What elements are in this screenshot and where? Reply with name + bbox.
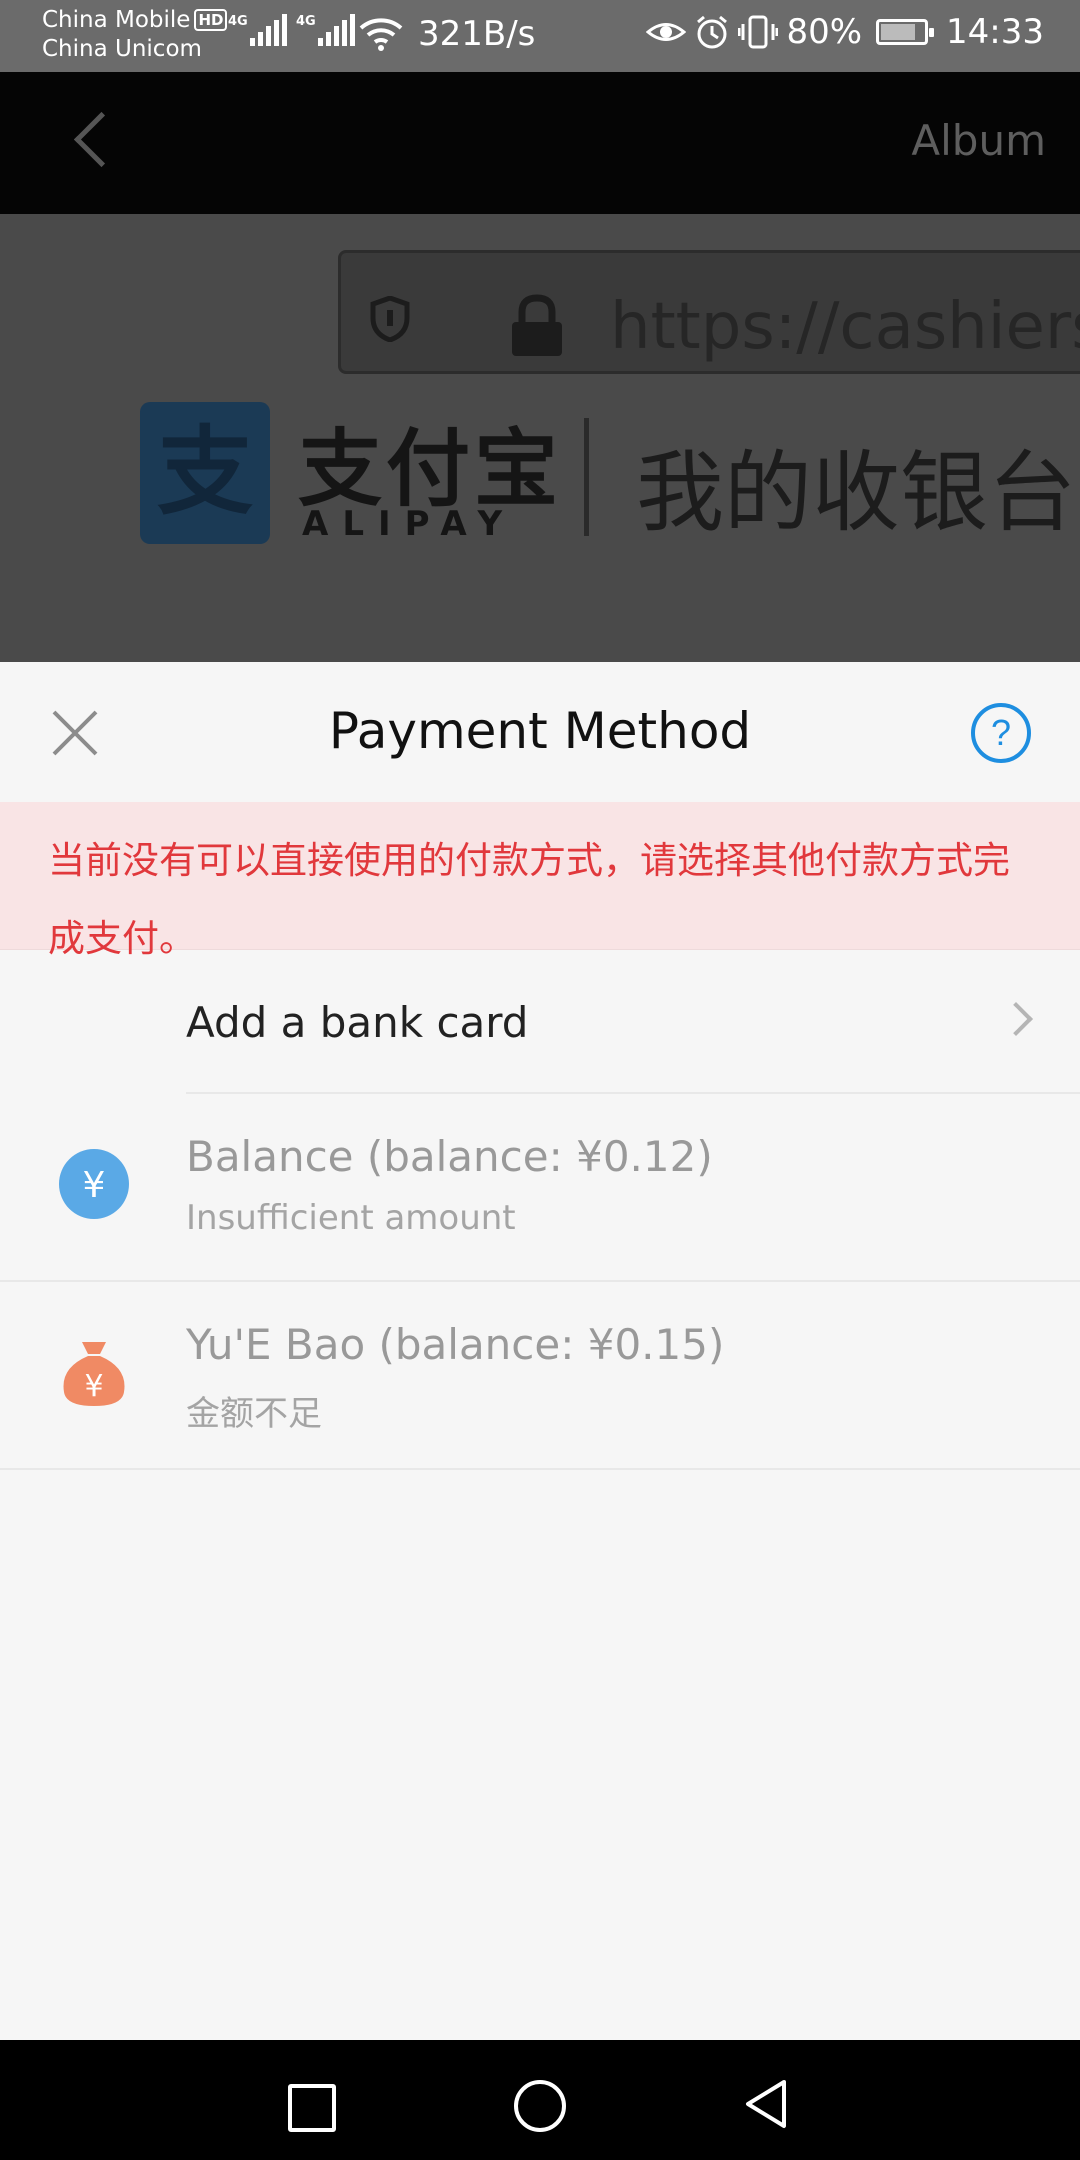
home-button[interactable]: [514, 2080, 566, 2132]
carrier-info: China Mobile HD China Unicom: [42, 6, 228, 64]
battery-percent: 80%: [786, 12, 863, 52]
payment-option-balance[interactable]: ¥ Balance (balance: ¥0.12) Insufficient …: [0, 1094, 1080, 1282]
status-bar: China Mobile HD China Unicom 4G 4G 321B/s…: [0, 0, 1080, 72]
sheet-title: Payment Method: [328, 702, 752, 760]
vibrate-icon: [738, 15, 779, 49]
network-type-1: 4G: [228, 14, 248, 29]
shield-icon: [370, 296, 410, 342]
option-subtitle: 金额不足: [186, 1394, 322, 1434]
warning-banner: 当前没有可以直接使用的付款方式，请选择其他付款方式完成支付。: [0, 802, 1080, 960]
option-title: Balance (balance: ¥0.12): [186, 1132, 713, 1181]
wifi-icon: [359, 18, 403, 51]
background-webview: Album https://cashiers 支 支付宝 ALIPAY 我的收银…: [0, 72, 1080, 662]
signal-icon-2: 4G: [296, 14, 358, 46]
yuan-coin-icon: ¥: [59, 1149, 129, 1219]
eye-comfort-icon: [646, 23, 687, 41]
add-bank-card-row[interactable]: Add a bank card: [186, 950, 1080, 1094]
svg-text:¥: ¥: [83, 1165, 106, 1206]
recent-apps-button[interactable]: [288, 2084, 336, 2132]
app-bar: Album: [0, 72, 1080, 214]
net-speed: 321B/s: [418, 14, 536, 54]
alipay-logo: 支: [140, 402, 270, 544]
battery-icon: [876, 19, 935, 45]
brand-divider: [584, 418, 589, 536]
carrier-2: China Unicom: [42, 36, 202, 62]
alarm-icon: [697, 15, 728, 49]
payment-options-list: Add a bank card ¥ Balance (balance: ¥0.1…: [0, 950, 1080, 1470]
alipay-brand-en: ALIPAY: [302, 504, 517, 544]
payment-method-sheet: Payment Method ? 当前没有可以直接使用的付款方式，请选择其他付款…: [0, 662, 1080, 2040]
sheet-header: Payment Method ?: [0, 662, 1080, 802]
cashier-title: 我的收银台: [636, 441, 1077, 544]
money-bag-icon: ¥: [63, 1342, 125, 1406]
album-button[interactable]: Album: [911, 116, 1046, 165]
clock: 14:33: [946, 12, 1044, 52]
carrier-1: China Mobile: [42, 7, 191, 33]
lock-icon: [512, 294, 562, 356]
url-text: https://cashiers: [610, 290, 1080, 364]
network-type-2: 4G: [296, 14, 316, 29]
hd-badge: HD: [194, 9, 228, 31]
svg-text:?: ?: [991, 712, 1011, 753]
help-icon[interactable]: ?: [970, 702, 1032, 764]
option-subtitle: Insufficient amount: [186, 1198, 516, 1238]
option-title: Yu'E Bao (balance: ¥0.15): [186, 1320, 725, 1369]
signal-icon-1: 4G: [228, 14, 290, 46]
back-button[interactable]: [742, 2078, 790, 2130]
add-bank-card-label: Add a bank card: [186, 998, 529, 1047]
back-icon[interactable]: [73, 111, 130, 168]
system-nav-bar: [0, 2040, 1080, 2160]
svg-text:¥: ¥: [84, 1369, 103, 1404]
chevron-right-icon: [999, 1002, 1033, 1036]
payment-option-yuebao[interactable]: ¥ Yu'E Bao (balance: ¥0.15) 金额不足: [0, 1282, 1080, 1470]
